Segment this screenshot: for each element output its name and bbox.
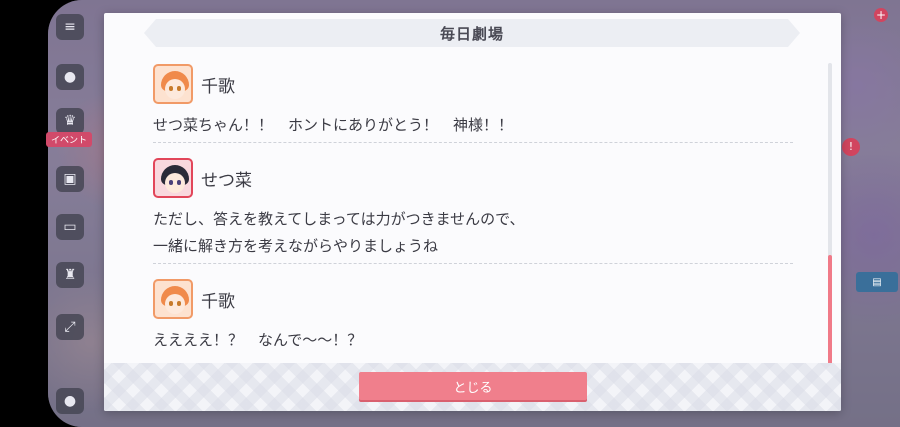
dialogue-line: せつ菜ちゃん！！ ホントにありがとう！ 神様！！ bbox=[153, 116, 514, 134]
dialogue-line: ええええ！？ なんで〜〜！？ bbox=[153, 331, 363, 349]
speaker-row: 千歌 bbox=[153, 61, 793, 107]
dialog-title: 毎日劇場 bbox=[439, 24, 504, 43]
trophy-icon[interactable]: ♜ bbox=[56, 262, 84, 288]
right-menu-tag[interactable]: ▤ bbox=[856, 272, 898, 292]
setsuna-avatar bbox=[153, 158, 193, 198]
profile-icon[interactable]: ● bbox=[56, 388, 84, 414]
dialog-title-bar: 毎日劇場 bbox=[144, 19, 800, 47]
speaker-name: 千歌 bbox=[201, 291, 235, 312]
entry-divider bbox=[153, 142, 793, 143]
dialogue-line: 一緒に解き方を考えながらやりましょうね bbox=[153, 237, 439, 255]
event-badge[interactable]: イベント bbox=[46, 132, 93, 147]
entry-divider bbox=[153, 263, 793, 264]
dialogue-log[interactable]: 千歌 せつ菜ちゃん！！ ホントにありがとう！ 神様！！ せつ菜 ただし、答えを教… bbox=[104, 57, 841, 357]
close-button[interactable]: とじる bbox=[359, 372, 587, 400]
speaker-name: 千歌 bbox=[201, 76, 235, 97]
dialogue-line: ただし、答えを教えてしまっては力がつきませんので、 bbox=[153, 210, 525, 228]
dialogue-entry: 千歌 せつ菜ちゃん！！ ホントにありがとう！ 神様！！ bbox=[153, 61, 793, 143]
menu-icon[interactable]: ≡ bbox=[56, 14, 84, 40]
dialogue-entry: せつ菜 ただし、答えを教えてしまっては力がつきませんので、 一緒に解き方を考えな… bbox=[153, 155, 793, 264]
monitor-icon[interactable]: ▭ bbox=[56, 214, 84, 240]
gift-icon[interactable]: ▣ bbox=[56, 166, 84, 192]
alert-icon[interactable]: ! bbox=[842, 138, 860, 156]
speaker-row: 千歌 bbox=[153, 276, 793, 322]
chat-icon[interactable]: ● bbox=[56, 64, 84, 90]
scrollbar[interactable] bbox=[828, 63, 832, 369]
plus-icon[interactable]: + bbox=[874, 8, 888, 22]
crown-icon[interactable]: ♛ bbox=[56, 108, 84, 134]
chika-avatar bbox=[153, 64, 193, 104]
dialogue-entry: 千歌 ええええ！？ なんで〜〜！？ bbox=[153, 276, 793, 357]
fullscreen-icon[interactable]: ⤢ bbox=[56, 314, 84, 340]
speaker-name: せつ菜 bbox=[201, 170, 252, 191]
scrollbar-thumb[interactable] bbox=[828, 255, 832, 369]
daily-theater-dialog: 毎日劇場 千歌 せつ菜ちゃん！！ ホントにありがとう！ 神様！！ せつ菜 ただし… bbox=[104, 13, 841, 411]
speaker-row: せつ菜 bbox=[153, 155, 793, 201]
chika-avatar bbox=[153, 279, 193, 319]
